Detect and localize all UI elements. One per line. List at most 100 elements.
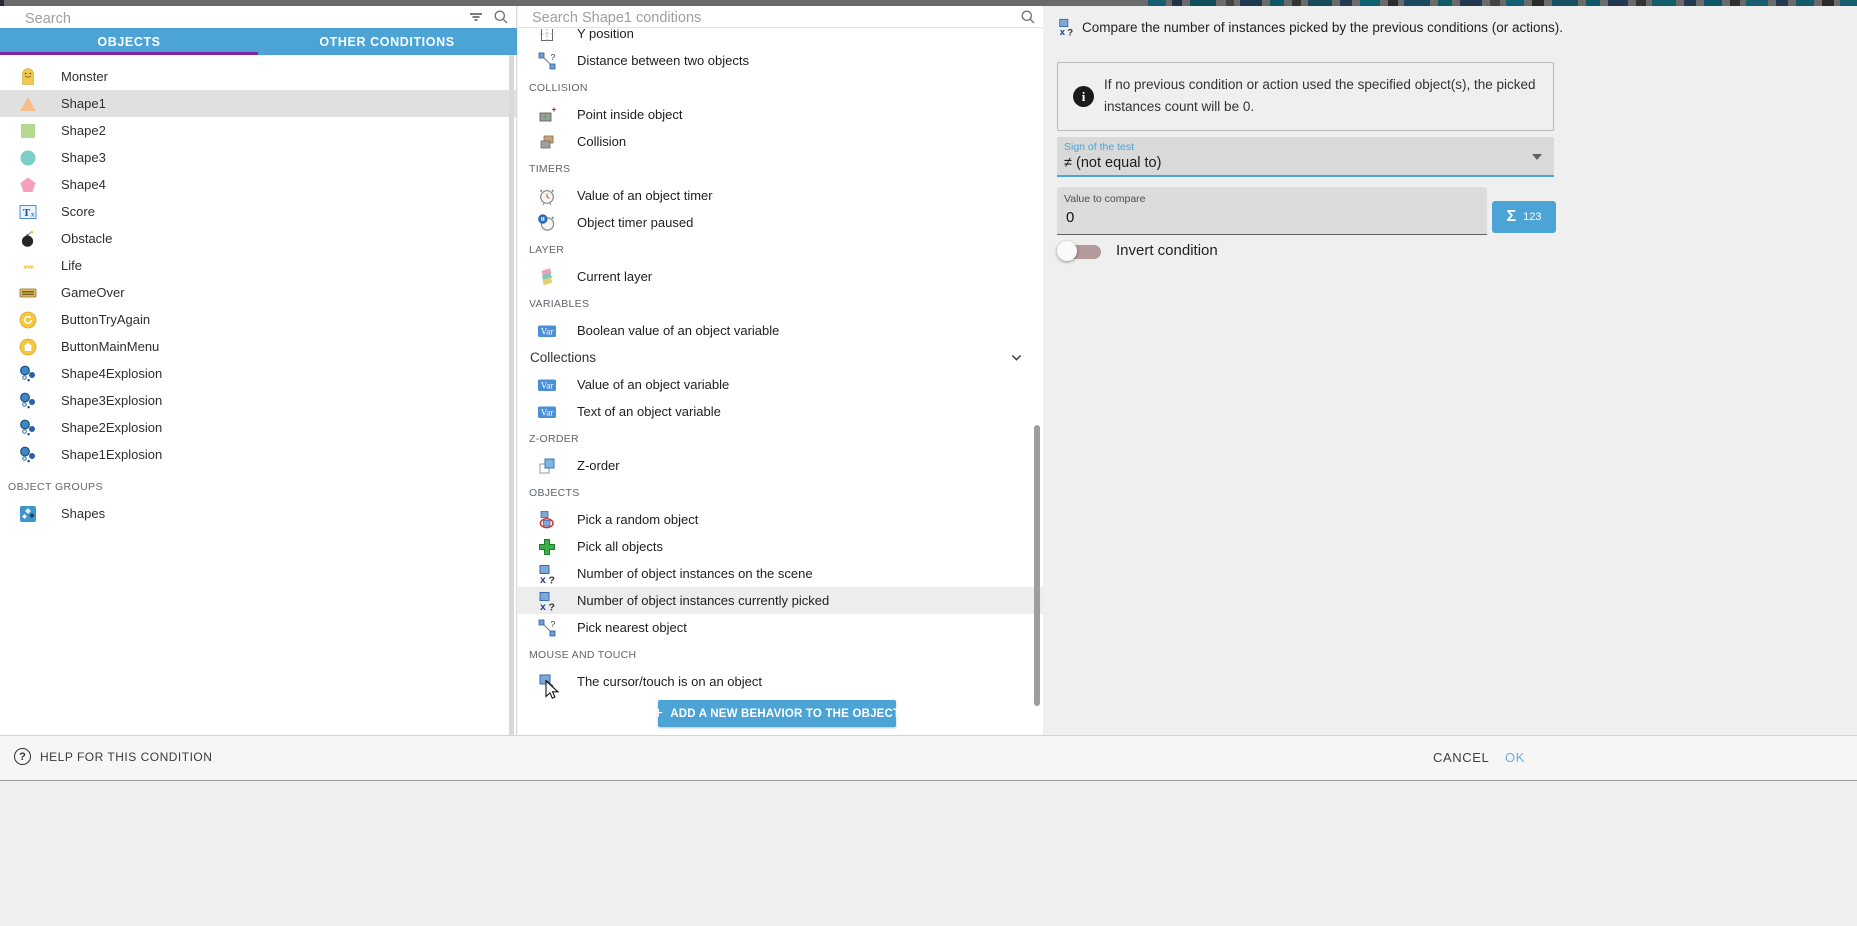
invert-condition-label: Invert condition xyxy=(1116,242,1218,259)
object-list-item[interactable]: Shape3 xyxy=(0,144,516,171)
object-list-item[interactable]: Shape4 xyxy=(0,171,516,198)
svg-text:x: x xyxy=(1060,27,1066,36)
svg-text:Var: Var xyxy=(541,326,554,336)
condition-item[interactable]: VarBoolean value of an object variable xyxy=(518,317,1043,344)
object-label: Shape4 xyxy=(61,177,106,192)
ok-button[interactable]: OK xyxy=(1505,750,1525,765)
tab-objects[interactable]: OBJECTS xyxy=(0,28,258,55)
y-position-icon xyxy=(537,29,557,44)
hearts-icon: ♥♥♥ xyxy=(18,256,38,276)
cancel-button[interactable]: CANCEL xyxy=(1433,750,1489,765)
condition-item[interactable]: VarValue of an object variable xyxy=(518,371,1043,398)
object-list-item[interactable]: GameOver xyxy=(0,279,516,306)
condition-section-header: LAYER xyxy=(518,236,1043,263)
object-list-item[interactable]: Shape3Explosion xyxy=(0,387,516,414)
condition-item[interactable]: ?Pick nearest object xyxy=(518,614,1043,641)
object-list-item[interactable]: Shape2Explosion xyxy=(0,414,516,441)
condition-item[interactable]: Z-order xyxy=(518,452,1043,479)
object-label: ButtonMainMenu xyxy=(61,339,159,354)
value-to-compare-field[interactable]: Value to compare xyxy=(1057,187,1487,235)
condition-item[interactable]: Point inside object xyxy=(518,101,1043,128)
condition-item[interactable]: x?Number of object instances on the scen… xyxy=(518,560,1043,587)
search-icon xyxy=(493,9,509,25)
add-behavior-label: ADD A NEW BEHAVIOR TO THE OBJECT xyxy=(670,708,900,720)
condition-item[interactable]: Y position xyxy=(518,29,1043,47)
monster-icon xyxy=(18,67,38,87)
object-list-item[interactable]: Obstacle xyxy=(0,225,516,252)
object-list-item[interactable]: Shape4Explosion xyxy=(0,360,516,387)
condition-label: Collision xyxy=(577,134,626,149)
objects-list-scrollbar[interactable] xyxy=(509,55,514,735)
chevron-down-icon[interactable] xyxy=(1008,349,1025,366)
svg-text:?: ? xyxy=(551,619,556,629)
expression-builder-button[interactable]: Σ 123 xyxy=(1492,201,1556,233)
condition-item[interactable]: Current layer xyxy=(518,263,1043,290)
object-label: Life xyxy=(61,258,82,273)
condition-item[interactable]: x?Number of object instances currently p… xyxy=(518,587,1043,614)
object-groups-header: OBJECT GROUPS xyxy=(0,474,516,500)
invert-condition-row: Invert condition xyxy=(1057,237,1357,265)
circle-icon xyxy=(18,148,38,168)
object-label: Shape1 xyxy=(61,96,106,111)
condition-item[interactable]: VarText of an object variable xyxy=(518,398,1043,425)
object-list-item[interactable]: Shape1 xyxy=(0,90,516,117)
condition-item[interactable]: Pick a random object xyxy=(518,506,1043,533)
condition-section-header: VARIABLES xyxy=(518,290,1043,317)
button-restart-icon xyxy=(18,310,38,330)
condition-item[interactable]: Value of an object timer xyxy=(518,182,1043,209)
condition-label: Z-order xyxy=(577,458,620,473)
condition-parameters-panel: x? Compare the number of instances picke… xyxy=(1044,6,1857,735)
condition-label: Number of object instances currently pic… xyxy=(577,593,829,608)
condition-item[interactable]: The cursor/touch is on an object xyxy=(518,668,1043,695)
object-label: ButtonTryAgain xyxy=(61,312,150,327)
condition-label: Distance between two objects xyxy=(577,53,749,68)
add-behavior-button[interactable]: + ADD A NEW BEHAVIOR TO THE OBJECT xyxy=(658,700,896,727)
object-list-item[interactable]: ButtonTryAgain xyxy=(0,306,516,333)
group-icon xyxy=(18,504,38,524)
object-group-item[interactable]: Shapes xyxy=(0,500,516,527)
particles-icon xyxy=(18,445,38,465)
svg-text:Var: Var xyxy=(541,380,554,390)
conditions-scrollbar-thumb[interactable] xyxy=(1034,425,1040,706)
value-to-compare-input[interactable] xyxy=(1064,208,1468,227)
object-list-item[interactable]: TxScore xyxy=(0,198,516,225)
condition-subsection-collections[interactable]: Collections xyxy=(518,344,1043,371)
condition-section-header: MOUSE AND TOUCH xyxy=(518,641,1043,668)
conditions-panel: Y position?Distance between two objectsC… xyxy=(518,6,1043,735)
filter-icon[interactable] xyxy=(468,9,484,25)
object-list-item[interactable]: ButtonMainMenu xyxy=(0,333,516,360)
object-list-item[interactable]: ♥♥♥ Life xyxy=(0,252,516,279)
sign-of-test-select[interactable]: Sign of the test ≠ (not equal to) xyxy=(1057,137,1554,177)
object-list-item[interactable]: Monster xyxy=(0,63,516,90)
object-tabs: OBJECTS OTHER CONDITIONS xyxy=(0,28,517,55)
condition-item[interactable]: Object timer paused xyxy=(518,209,1043,236)
condition-label: Current layer xyxy=(577,269,652,284)
tab-other-conditions[interactable]: OTHER CONDITIONS xyxy=(258,28,516,55)
condition-item[interactable]: ?Distance between two objects xyxy=(518,47,1043,74)
objects-search-input[interactable] xyxy=(23,7,457,30)
svg-text:♥♥♥: ♥♥♥ xyxy=(23,262,34,271)
invert-condition-toggle[interactable] xyxy=(1057,237,1105,265)
condition-description: Compare the number of instances picked b… xyxy=(1082,18,1563,37)
dialog-footer: ? HELP FOR THIS CONDITION CANCEL OK xyxy=(0,735,1857,781)
pick-random-icon xyxy=(537,510,557,530)
objects-list: Monster Shape1 Shape2Shape3 Shape4 TxScoreOb… xyxy=(0,55,516,735)
pentagon-icon xyxy=(18,175,38,195)
help-button[interactable]: ? HELP FOR THIS CONDITION xyxy=(14,748,212,765)
object-list-item[interactable]: Shape1Explosion xyxy=(0,441,516,468)
object-list-item[interactable]: Shape2 xyxy=(0,117,516,144)
particles-icon xyxy=(18,364,38,384)
condition-label: Point inside object xyxy=(577,107,683,122)
conditions-search-bar xyxy=(518,6,1043,28)
conditions-list: Y position?Distance between two objectsC… xyxy=(518,29,1043,735)
help-icon: ? xyxy=(14,748,31,765)
condition-item[interactable]: Collision xyxy=(518,128,1043,155)
digits-123-label: 123 xyxy=(1523,211,1541,223)
help-label: HELP FOR THIS CONDITION xyxy=(40,750,212,764)
conditions-search-input[interactable] xyxy=(530,6,1014,29)
triangle-icon xyxy=(18,94,38,114)
condition-item[interactable]: Pick all objects xyxy=(518,533,1043,560)
layer-icon xyxy=(537,267,557,287)
cursor-on-icon xyxy=(537,672,557,692)
svg-text:?: ? xyxy=(549,574,555,584)
